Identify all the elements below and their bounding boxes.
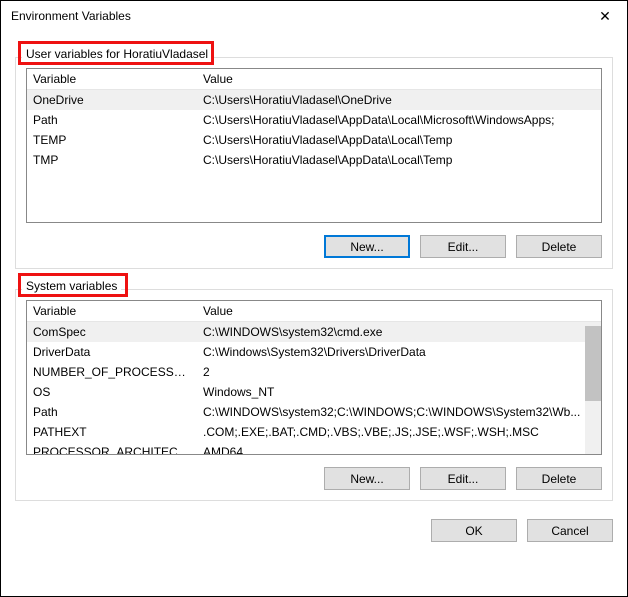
- column-header-value[interactable]: Value: [197, 69, 601, 90]
- cell-value: 2: [197, 362, 601, 382]
- scrollbar-thumb[interactable]: [585, 326, 601, 401]
- cell-value: C:\WINDOWS\system32\cmd.exe: [197, 322, 601, 343]
- close-icon: ✕: [599, 8, 611, 25]
- cell-variable: NUMBER_OF_PROCESSORS: [27, 362, 197, 382]
- cell-value: C:\Users\HoratiuVladasel\AppData\Local\M…: [197, 110, 601, 130]
- system-buttons-row: New... Edit... Delete: [26, 467, 602, 490]
- table-row[interactable]: Path C:\WINDOWS\system32;C:\WINDOWS;C:\W…: [27, 402, 601, 422]
- cell-value: AMD64: [197, 442, 601, 455]
- system-variables-legend: System variables: [22, 279, 121, 293]
- cell-variable: Path: [27, 110, 197, 130]
- system-variables-table-wrap[interactable]: Variable Value ComSpec C:\WINDOWS\system…: [26, 300, 602, 455]
- cell-value: C:\Users\HoratiuVladasel\OneDrive: [197, 90, 601, 111]
- cell-variable: OS: [27, 382, 197, 402]
- window-title: Environment Variables: [11, 9, 131, 23]
- table-row[interactable]: NUMBER_OF_PROCESSORS 2: [27, 362, 601, 382]
- column-header-value[interactable]: Value: [197, 301, 601, 322]
- table-row[interactable]: OS Windows_NT: [27, 382, 601, 402]
- edit-button-system[interactable]: Edit...: [420, 467, 506, 490]
- delete-button-user[interactable]: Delete: [516, 235, 602, 258]
- cell-variable: OneDrive: [27, 90, 197, 111]
- table-row[interactable]: Path C:\Users\HoratiuVladasel\AppData\Lo…: [27, 110, 601, 130]
- new-button-user[interactable]: New...: [324, 235, 410, 258]
- cell-value: Windows_NT: [197, 382, 601, 402]
- table-row[interactable]: TEMP C:\Users\HoratiuVladasel\AppData\Lo…: [27, 130, 601, 150]
- cell-value: C:\Users\HoratiuVladasel\AppData\Local\T…: [197, 150, 601, 170]
- cell-value: C:\Windows\System32\Drivers\DriverData: [197, 342, 601, 362]
- system-variables-table: Variable Value ComSpec C:\WINDOWS\system…: [27, 301, 601, 455]
- edit-button-user[interactable]: Edit...: [420, 235, 506, 258]
- titlebar: Environment Variables ✕: [1, 1, 627, 31]
- table-row[interactable]: TMP C:\Users\HoratiuVladasel\AppData\Loc…: [27, 150, 601, 170]
- cell-variable: DriverData: [27, 342, 197, 362]
- user-variables-group: User variables for HoratiuVladasel Varia…: [15, 57, 613, 269]
- dialog-buttons-row: OK Cancel: [1, 511, 627, 556]
- cell-variable: TEMP: [27, 130, 197, 150]
- system-variables-group: System variables Variable Value ComSpec …: [15, 289, 613, 501]
- delete-button-system[interactable]: Delete: [516, 467, 602, 490]
- user-buttons-row: New... Edit... Delete: [26, 235, 602, 258]
- cell-variable: ComSpec: [27, 322, 197, 343]
- user-variables-legend: User variables for HoratiuVladasel: [22, 47, 212, 61]
- table-row[interactable]: PATHEXT .COM;.EXE;.BAT;.CMD;.VBS;.VBE;.J…: [27, 422, 601, 442]
- cell-variable: TMP: [27, 150, 197, 170]
- column-header-variable[interactable]: Variable: [27, 301, 197, 322]
- user-variables-table: Variable Value OneDrive C:\Users\Horatiu…: [27, 69, 601, 170]
- cell-variable: PATHEXT: [27, 422, 197, 442]
- new-button-system[interactable]: New...: [324, 467, 410, 490]
- table-row[interactable]: PROCESSOR_ARCHITECTURE AMD64: [27, 442, 601, 455]
- table-row[interactable]: DriverData C:\Windows\System32\Drivers\D…: [27, 342, 601, 362]
- table-row[interactable]: ComSpec C:\WINDOWS\system32\cmd.exe: [27, 322, 601, 343]
- ok-button[interactable]: OK: [431, 519, 517, 542]
- cell-variable: PROCESSOR_ARCHITECTURE: [27, 442, 197, 455]
- close-button[interactable]: ✕: [583, 1, 627, 31]
- column-header-variable[interactable]: Variable: [27, 69, 197, 90]
- cell-value: C:\WINDOWS\system32;C:\WINDOWS;C:\WINDOW…: [197, 402, 601, 422]
- table-row[interactable]: OneDrive C:\Users\HoratiuVladasel\OneDri…: [27, 90, 601, 111]
- cell-value: C:\Users\HoratiuVladasel\AppData\Local\T…: [197, 130, 601, 150]
- cell-value: .COM;.EXE;.BAT;.CMD;.VBS;.VBE;.JS;.JSE;.…: [197, 422, 601, 442]
- cancel-button[interactable]: Cancel: [527, 519, 613, 542]
- cell-variable: Path: [27, 402, 197, 422]
- user-variables-table-wrap[interactable]: Variable Value OneDrive C:\Users\Horatiu…: [26, 68, 602, 223]
